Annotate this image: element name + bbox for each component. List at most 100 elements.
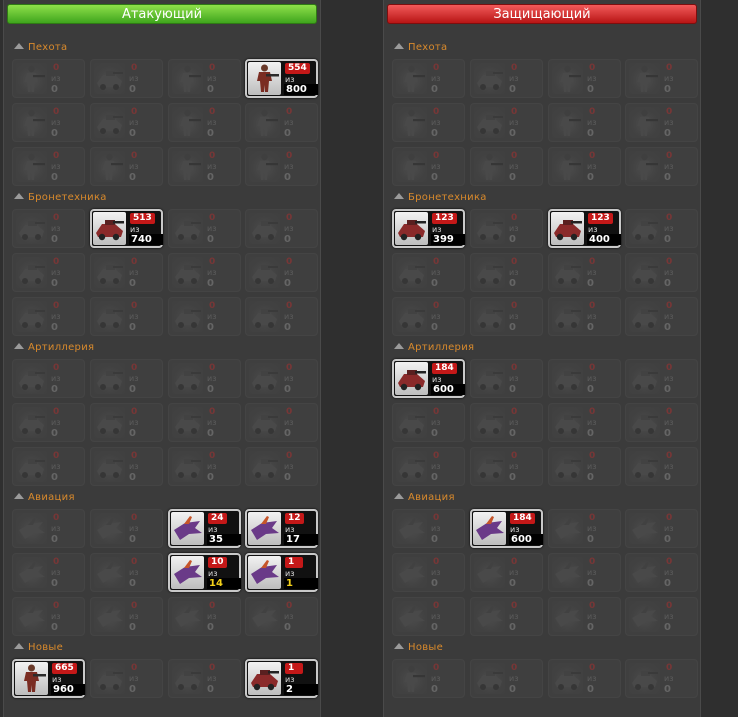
- section-header[interactable]: Пехота: [394, 42, 447, 53]
- unit-slot[interactable]: 0 из 0: [470, 597, 543, 636]
- unit-slot[interactable]: 0 из 0: [90, 59, 163, 98]
- unit-slot[interactable]: 0 из 0: [392, 147, 465, 186]
- unit-slot[interactable]: 0 из 0: [548, 447, 621, 486]
- unit-slot[interactable]: 0 из 0: [392, 659, 465, 698]
- unit-slot[interactable]: 0 из 0: [90, 659, 163, 698]
- unit-slot[interactable]: 0 из 0: [12, 597, 85, 636]
- unit-slot[interactable]: 0 из 0: [90, 103, 163, 142]
- unit-slot[interactable]: 0 из 0: [548, 553, 621, 592]
- unit-slot[interactable]: 513 из 740: [90, 209, 163, 248]
- unit-slot[interactable]: 0 из 0: [625, 509, 698, 548]
- unit-slot[interactable]: 0 из 0: [548, 659, 621, 698]
- unit-slot[interactable]: 0 из 0: [90, 297, 163, 336]
- unit-slot[interactable]: 0 из 0: [90, 447, 163, 486]
- unit-slot[interactable]: 0 из 0: [168, 659, 241, 698]
- unit-slot[interactable]: 0 из 0: [168, 253, 241, 292]
- unit-slot[interactable]: 0 из 0: [470, 553, 543, 592]
- unit-slot[interactable]: 0 из 0: [625, 359, 698, 398]
- unit-slot[interactable]: 0 из 0: [90, 147, 163, 186]
- unit-slot[interactable]: 0 из 0: [392, 403, 465, 442]
- unit-slot[interactable]: 0 из 0: [168, 297, 241, 336]
- unit-slot[interactable]: 0 из 0: [245, 447, 318, 486]
- unit-slot[interactable]: 0 из 0: [470, 359, 543, 398]
- unit-slot[interactable]: 0 из 0: [625, 297, 698, 336]
- section-header[interactable]: Артиллерия: [394, 342, 474, 353]
- unit-slot[interactable]: 0 из 0: [12, 553, 85, 592]
- section-header[interactable]: Авиация: [14, 492, 75, 503]
- unit-slot[interactable]: 0 из 0: [392, 253, 465, 292]
- unit-slot[interactable]: 0 из 0: [12, 403, 85, 442]
- section-header[interactable]: Бронетехника: [394, 192, 487, 203]
- unit-slot[interactable]: 0 из 0: [90, 359, 163, 398]
- unit-slot[interactable]: 0 из 0: [168, 359, 241, 398]
- unit-slot[interactable]: 0 из 0: [470, 103, 543, 142]
- unit-slot[interactable]: 0 из 0: [245, 253, 318, 292]
- unit-slot[interactable]: 0 из 0: [12, 253, 85, 292]
- unit-slot[interactable]: 0 из 0: [548, 403, 621, 442]
- unit-slot[interactable]: 0 из 0: [625, 253, 698, 292]
- unit-slot[interactable]: 0 из 0: [90, 253, 163, 292]
- unit-slot[interactable]: 0 из 0: [470, 147, 543, 186]
- section-header[interactable]: Пехота: [14, 42, 67, 53]
- unit-slot[interactable]: 0 из 0: [168, 403, 241, 442]
- section-header[interactable]: Бронетехника: [14, 192, 107, 203]
- unit-slot[interactable]: 123 из 399: [392, 209, 465, 248]
- unit-slot[interactable]: 0 из 0: [245, 597, 318, 636]
- unit-slot[interactable]: 12 из 17: [245, 509, 318, 548]
- unit-slot[interactable]: 0 из 0: [625, 403, 698, 442]
- unit-slot[interactable]: 0 из 0: [470, 297, 543, 336]
- unit-slot[interactable]: 0 из 0: [392, 297, 465, 336]
- unit-slot[interactable]: 0 из 0: [12, 209, 85, 248]
- unit-slot[interactable]: 0 из 0: [548, 103, 621, 142]
- unit-slot[interactable]: 0 из 0: [625, 147, 698, 186]
- unit-slot[interactable]: 0 из 0: [470, 209, 543, 248]
- unit-slot[interactable]: 0 из 0: [168, 447, 241, 486]
- section-header[interactable]: Авиация: [394, 492, 455, 503]
- unit-slot[interactable]: 0 из 0: [548, 297, 621, 336]
- unit-slot[interactable]: 0 из 0: [245, 359, 318, 398]
- unit-slot[interactable]: 0 из 0: [245, 103, 318, 142]
- section-header[interactable]: Артиллерия: [14, 342, 94, 353]
- unit-slot[interactable]: 0 из 0: [245, 297, 318, 336]
- unit-slot[interactable]: 0 из 0: [625, 103, 698, 142]
- unit-slot[interactable]: 0 из 0: [625, 553, 698, 592]
- unit-slot[interactable]: 0 из 0: [12, 509, 85, 548]
- unit-slot[interactable]: 0 из 0: [392, 103, 465, 142]
- unit-slot[interactable]: 0 из 0: [90, 553, 163, 592]
- unit-slot[interactable]: 184 из 600: [392, 359, 465, 398]
- unit-slot[interactable]: 0 из 0: [625, 59, 698, 98]
- unit-slot[interactable]: 0 из 0: [625, 447, 698, 486]
- unit-slot[interactable]: 0 из 0: [245, 403, 318, 442]
- unit-slot[interactable]: 24 из 35: [168, 509, 241, 548]
- unit-slot[interactable]: 665 из 960: [12, 659, 85, 698]
- unit-slot[interactable]: 0 из 0: [548, 253, 621, 292]
- unit-slot[interactable]: 0 из 0: [12, 297, 85, 336]
- unit-slot[interactable]: 0 из 0: [168, 59, 241, 98]
- unit-slot[interactable]: 0 из 0: [392, 509, 465, 548]
- unit-slot[interactable]: 1 из 2: [245, 659, 318, 698]
- unit-slot[interactable]: 0 из 0: [470, 59, 543, 98]
- unit-slot[interactable]: 0 из 0: [12, 147, 85, 186]
- unit-slot[interactable]: 0 из 0: [12, 103, 85, 142]
- unit-slot[interactable]: 0 из 0: [470, 253, 543, 292]
- unit-slot[interactable]: 0 из 0: [470, 403, 543, 442]
- unit-slot[interactable]: 0 из 0: [168, 597, 241, 636]
- unit-slot[interactable]: 10 из 14: [168, 553, 241, 592]
- unit-slot[interactable]: 0 из 0: [392, 59, 465, 98]
- unit-slot[interactable]: 0 из 0: [548, 359, 621, 398]
- unit-slot[interactable]: 0 из 0: [90, 509, 163, 548]
- unit-slot[interactable]: 0 из 0: [392, 597, 465, 636]
- unit-slot[interactable]: 0 из 0: [245, 147, 318, 186]
- unit-slot[interactable]: 0 из 0: [168, 147, 241, 186]
- unit-slot[interactable]: 0 из 0: [625, 209, 698, 248]
- unit-slot[interactable]: 0 из 0: [12, 359, 85, 398]
- unit-slot[interactable]: 0 из 0: [548, 147, 621, 186]
- unit-slot[interactable]: 0 из 0: [245, 209, 318, 248]
- section-header[interactable]: Новые: [394, 642, 443, 653]
- unit-slot[interactable]: 0 из 0: [548, 59, 621, 98]
- unit-slot[interactable]: 0 из 0: [548, 597, 621, 636]
- unit-slot[interactable]: 554 из 800: [245, 59, 318, 98]
- unit-slot[interactable]: 0 из 0: [625, 659, 698, 698]
- unit-slot[interactable]: 0 из 0: [392, 447, 465, 486]
- unit-slot[interactable]: 0 из 0: [168, 103, 241, 142]
